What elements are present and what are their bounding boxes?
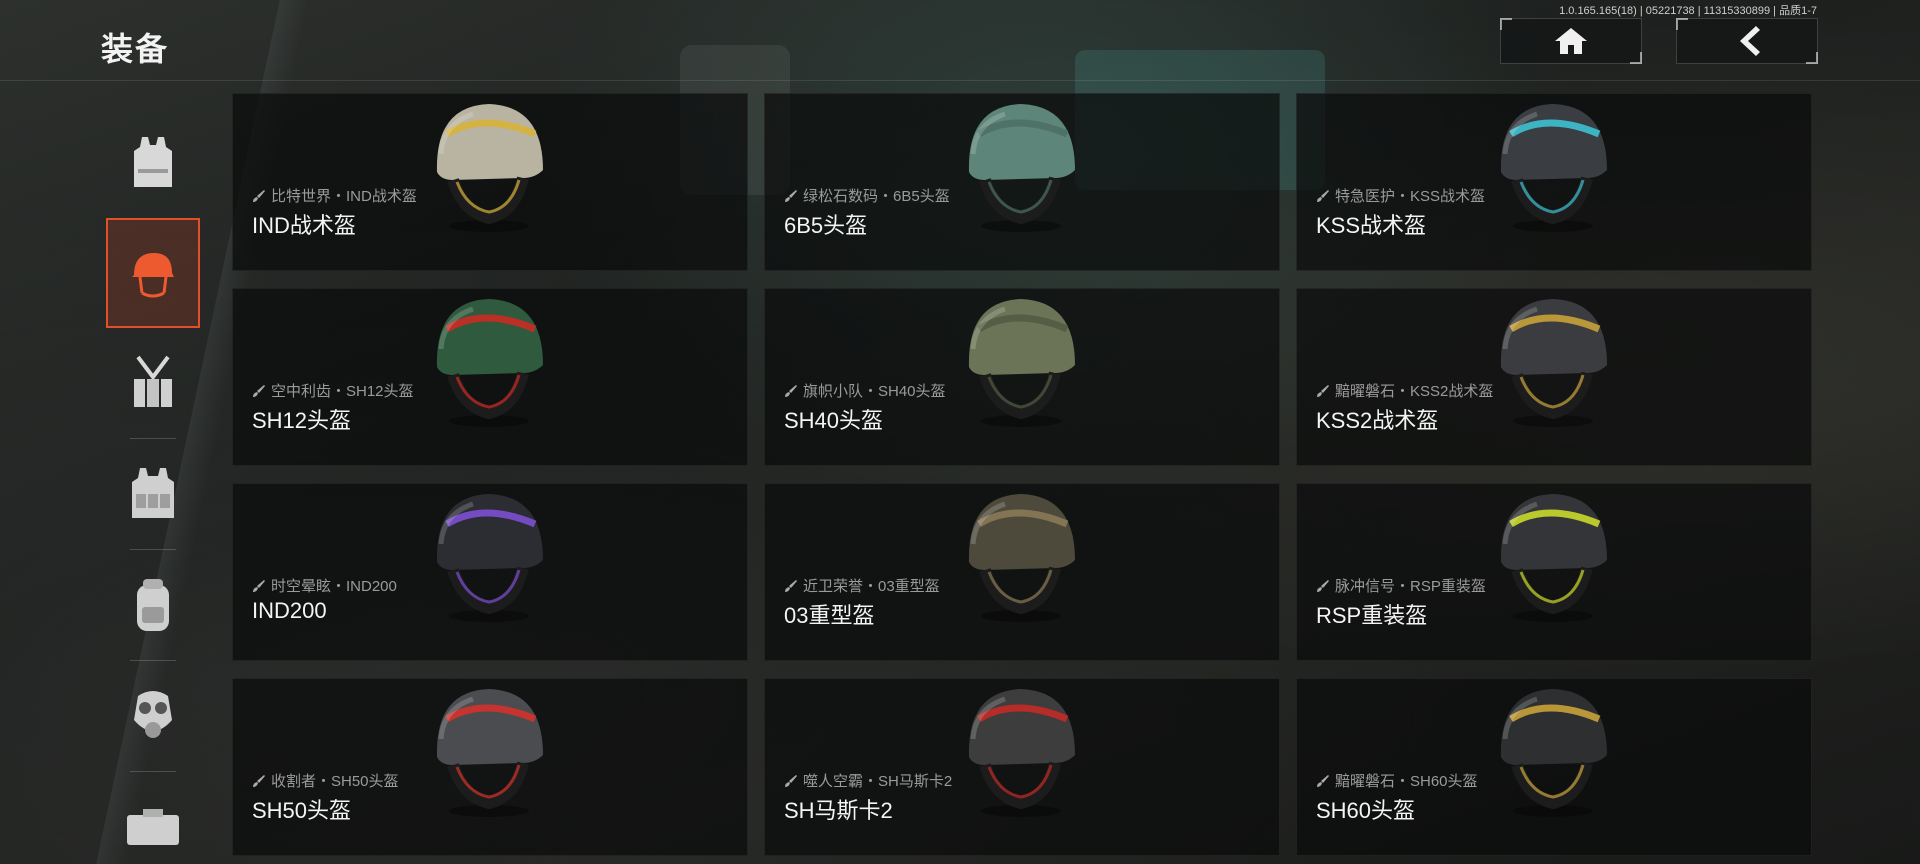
paint-brush-icon (253, 189, 265, 202)
helmet-skin-label: 空中利齿・SH12头盔 (252, 380, 414, 401)
helmet-card[interactable]: 脉冲信号・RSP重装盔 RSP重装盔 (1296, 483, 1812, 661)
helmet-skin-text: 收割者・SH50头盔 (271, 773, 399, 790)
helmet-name: SH50头盔 (252, 798, 352, 823)
helmet-name: SH60头盔 (1316, 798, 1416, 823)
paint-brush-icon (253, 384, 265, 397)
helmet-image (968, 104, 1075, 232)
helmet-card[interactable]: 收割者・SH50头盔 SH50头盔 (232, 678, 748, 856)
helmet-image (968, 494, 1075, 622)
paint-brush-icon (785, 384, 797, 397)
helmet-name: SH40头盔 (784, 408, 884, 433)
helmet-card[interactable]: 近卫荣誉・03重型盔 03重型盔 (764, 483, 1280, 661)
sidebar-item-armor[interactable] (106, 108, 200, 218)
paint-brush-icon (1317, 189, 1329, 202)
helmet-icon (132, 253, 174, 298)
helmet-card[interactable]: 比特世界・IND战术盔 IND战术盔 (232, 93, 748, 271)
helmet-skin-label: 特急医护・KSS战术盔 (1316, 185, 1485, 206)
helmet-name: SH马斯卡2 (784, 798, 893, 823)
home-button[interactable] (1500, 18, 1642, 64)
helmet-image (1500, 689, 1607, 817)
chest-rig-icon (134, 355, 172, 407)
back-button[interactable] (1676, 18, 1818, 64)
helmet-skin-label: 比特世界・IND战术盔 (252, 185, 417, 206)
sidebar-item-gas-mask[interactable] (106, 661, 200, 771)
sidebar-item-ammo-box[interactable] (106, 772, 200, 864)
helmet-card[interactable]: 黯曜磐石・KSS2战术盔 KSS2战术盔 (1296, 288, 1812, 466)
header-divider (0, 80, 1920, 81)
helmet-image (1500, 494, 1607, 622)
helmet-card[interactable]: 特急医护・KSS战术盔 KSS战术盔 (1296, 93, 1812, 271)
helmet-skin-text: 绿松石数码・6B5头盔 (803, 188, 950, 205)
paint-brush-icon (1317, 579, 1329, 592)
helmet-image (436, 494, 543, 622)
helmet-card[interactable]: 空中利齿・SH12头盔 SH12头盔 (232, 288, 748, 466)
helmet-name: SH12头盔 (252, 408, 352, 433)
helmet-skin-text: 脉冲信号・RSP重装盔 (1335, 578, 1486, 595)
helmet-skin-label: 黯曜磐石・SH60头盔 (1316, 770, 1478, 791)
helmet-image (968, 299, 1075, 427)
sidebar-item-chest-rig[interactable] (106, 328, 200, 438)
home-icon (1555, 28, 1587, 54)
build-info: 1.0.165.165(18) | 05221738 | 11315330899… (1559, 5, 1817, 17)
helmet-skin-label: 收割者・SH50头盔 (252, 770, 399, 791)
helmet-skin-label: 旗帜小队・SH40头盔 (784, 380, 946, 401)
category-sidebar (106, 108, 200, 864)
helmet-skin-label: 时空晕眩・IND200 (252, 575, 397, 596)
helmet-skin-text: 噬人空霸・SH马斯卡2 (803, 773, 953, 790)
helmet-skin-label: 黯曜磐石・KSS2战术盔 (1316, 380, 1493, 401)
helmet-skin-text: 空中利齿・SH12头盔 (271, 383, 414, 400)
helmet-card[interactable]: 黯曜磐石・SH60头盔 SH60头盔 (1296, 678, 1812, 856)
paint-brush-icon (785, 579, 797, 592)
helmet-image (1500, 299, 1607, 427)
helmet-card[interactable]: 噬人空霸・SH马斯卡2 SH马斯卡2 (764, 678, 1280, 856)
helmet-image (436, 104, 543, 232)
paint-brush-icon (253, 579, 265, 592)
paint-brush-icon (253, 774, 265, 787)
paint-brush-icon (785, 774, 797, 787)
helmet-skin-text: 比特世界・IND战术盔 (271, 188, 417, 205)
tactical-vest-icon (132, 468, 174, 518)
helmet-skin-label: 绿松石数码・6B5头盔 (784, 185, 950, 206)
helmet-card[interactable]: 绿松石数码・6B5头盔 6B5头盔 (764, 93, 1280, 271)
helmet-grid: 比特世界・IND战术盔 IND战术盔 绿松石数码・6B5头盔 6B5头盔 特急医护・KS… (232, 93, 1812, 856)
paint-brush-icon (785, 189, 797, 202)
helmet-skin-text: 时空晕眩・IND200 (271, 578, 397, 595)
back-arrow-icon (1740, 26, 1760, 56)
helmet-card[interactable]: 旗帜小队・SH40头盔 SH40头盔 (764, 288, 1280, 466)
gas-mask-icon (134, 691, 172, 738)
paint-brush-icon (1317, 384, 1329, 397)
ammo-box-icon (127, 809, 179, 845)
helmet-name: IND战术盔 (252, 213, 356, 238)
helmet-skin-label: 近卫荣誉・03重型盔 (784, 575, 940, 596)
helmet-name: RSP重装盔 (1316, 603, 1428, 628)
helmet-name: KSS战术盔 (1316, 213, 1427, 238)
paint-brush-icon (1317, 774, 1329, 787)
helmet-skin-label: 噬人空霸・SH马斯卡2 (784, 770, 952, 791)
backpack-icon (137, 579, 169, 631)
helmet-skin-text: 黯曜磐石・SH60头盔 (1335, 773, 1478, 790)
helmet-image (436, 299, 543, 427)
helmet-name: IND200 (252, 598, 327, 623)
sidebar-item-tactical-vest[interactable] (106, 439, 200, 549)
helmet-skin-text: 旗帜小队・SH40头盔 (803, 383, 946, 400)
helmet-skin-text: 黯曜磐石・KSS2战术盔 (1335, 383, 1494, 400)
sidebar-item-backpack[interactable] (106, 550, 200, 660)
helmet-skin-text: 特急医护・KSS战术盔 (1335, 188, 1486, 205)
page-title: 装备 (101, 31, 170, 67)
helmet-image (1500, 104, 1607, 232)
helmet-name: KSS2战术盔 (1316, 408, 1439, 433)
helmet-skin-text: 近卫荣誉・03重型盔 (803, 578, 940, 595)
helmet-card[interactable]: 时空晕眩・IND200 IND200 (232, 483, 748, 661)
helmet-image (968, 689, 1075, 817)
helmet-skin-label: 脉冲信号・RSP重装盔 (1316, 575, 1486, 596)
helmet-name: 03重型盔 (784, 603, 875, 628)
helmet-name: 6B5头盔 (784, 213, 868, 238)
sidebar-item-helmet[interactable] (106, 218, 200, 328)
armor-vest-icon (134, 137, 172, 187)
helmet-image (436, 689, 543, 817)
